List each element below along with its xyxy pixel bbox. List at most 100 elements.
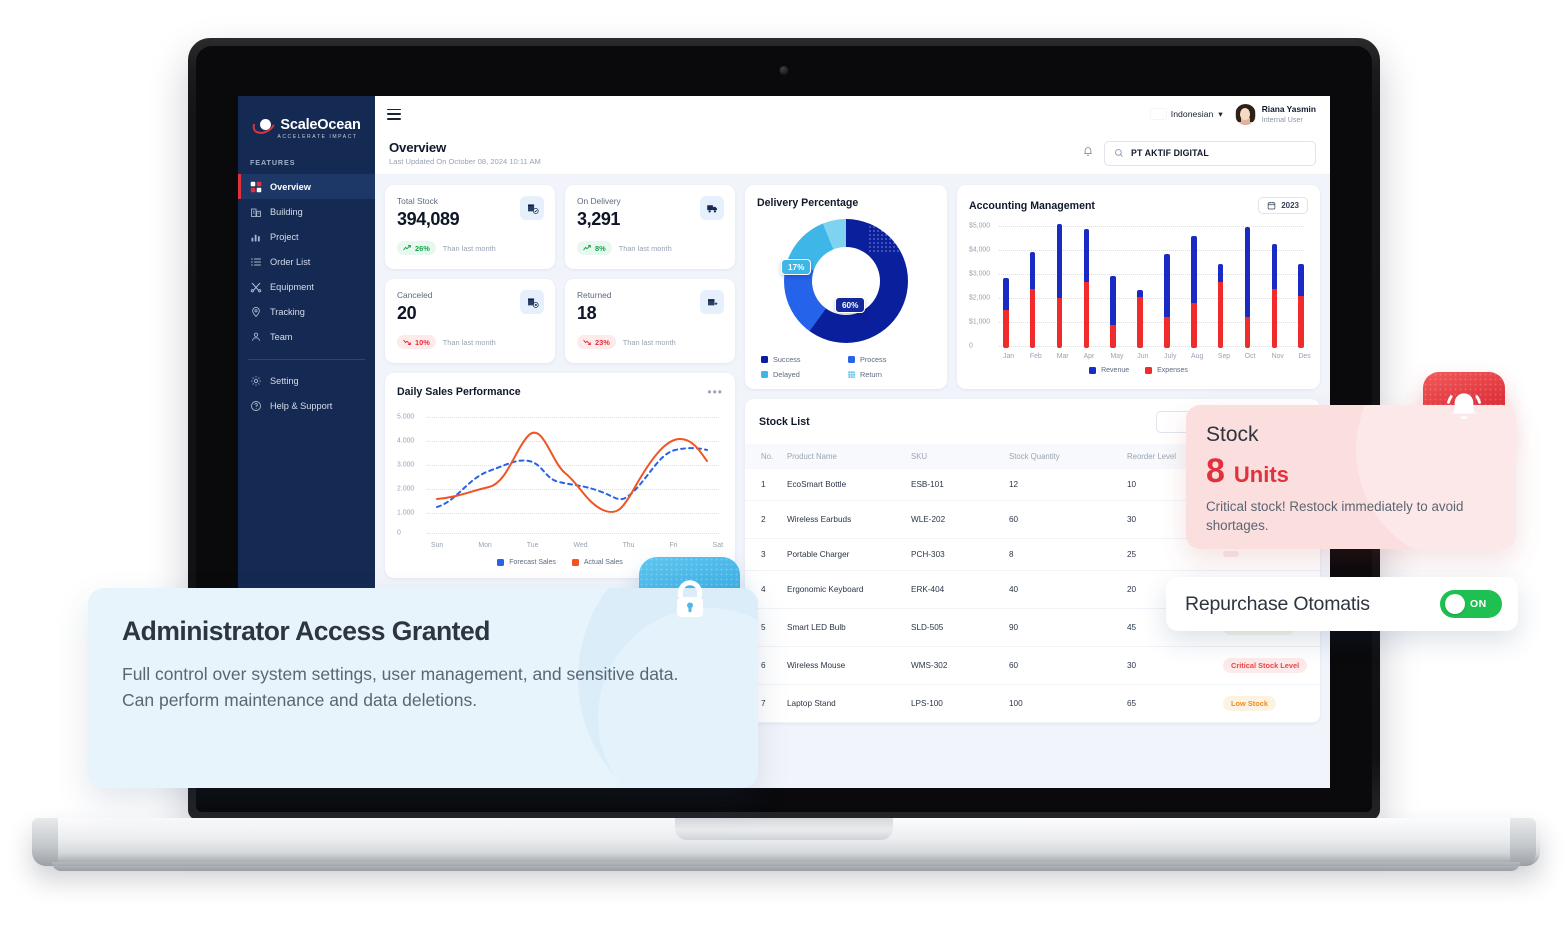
stock-cancel-icon	[520, 290, 544, 314]
cell-sku: SLD-505	[911, 608, 1009, 647]
search-input[interactable]: PT AKTIF DIGITAL	[1104, 140, 1316, 166]
cell-qty: 60	[1009, 500, 1127, 539]
bar-group	[1244, 224, 1251, 348]
user-profile[interactable]: Riana Yasmin Internal User	[1234, 103, 1316, 125]
cell-sku: ESB-101	[911, 469, 1009, 501]
legend-item: Forecast Sales	[497, 559, 556, 566]
topbar-right: Indonesian ▾ Riana Yasmin Internal User	[1151, 103, 1316, 125]
daily-sales-x-labels: Sun Mon Tue Wed Thu Fri Sat	[431, 542, 723, 549]
y-tick: 4.000	[397, 437, 415, 445]
legend-label: Process	[860, 355, 887, 364]
cell-product: Wireless Mouse	[787, 646, 911, 685]
map-pin-icon	[250, 306, 262, 318]
cell-reorder: 30	[1127, 646, 1223, 685]
x-tick: Fri	[669, 542, 678, 549]
sidebar-item-setting[interactable]: Setting	[238, 368, 375, 393]
sidebar-item-label: Project	[270, 231, 299, 242]
sidebar-item-project[interactable]: Project	[238, 224, 375, 249]
more-options-icon[interactable]: •••	[707, 385, 723, 399]
brand-logo[interactable]: ScaleOcean ACCELERATE IMPACT	[238, 96, 375, 140]
laptop-base-right-edge	[1510, 818, 1536, 866]
stock-alert-value-row: 8 Units	[1206, 454, 1496, 488]
stock-list-title: Stock List	[759, 416, 810, 428]
repurchase-toggle[interactable]: ON	[1440, 590, 1502, 618]
admin-overlay-description: Full control over system settings, user …	[122, 664, 679, 711]
y-tick: $1,000	[969, 318, 991, 326]
legend-item-expenses: Expenses	[1145, 367, 1188, 374]
legend-item-success: Success	[761, 355, 844, 364]
bar-group	[1110, 224, 1116, 348]
cell-sku: WMS-302	[911, 646, 1009, 685]
accounting-x-labels: Jan Feb Mar Apr May Jun July Aug Sep Oct…	[1003, 353, 1311, 360]
hamburger-icon[interactable]	[387, 108, 401, 120]
bar-chart-icon	[250, 231, 262, 243]
webcam-icon	[779, 66, 789, 75]
trend-note: Than last month	[622, 337, 676, 347]
tools-icon	[250, 281, 262, 293]
language-selector[interactable]: Indonesian ▾	[1151, 109, 1223, 120]
toggle-knob	[1445, 594, 1465, 614]
return-segment-pattern	[868, 221, 900, 253]
sidebar-item-label: Building	[270, 206, 303, 217]
y-tick: 3.000	[397, 461, 415, 469]
donut-label-delayed: 17%	[781, 259, 812, 275]
stock-alert-number: 8	[1206, 452, 1225, 490]
stat-trend: 8% Than last month	[577, 241, 723, 255]
stat-card-canceled[interactable]: Canceled 20 10% Than last month	[385, 279, 555, 363]
y-tick: 2.000	[397, 485, 415, 493]
daily-sales-plot: 5.000 4.000 3.000 2.000 1.000 0	[397, 409, 723, 537]
cell-qty: 8	[1009, 538, 1127, 571]
sidebar-item-tracking[interactable]: Tracking	[238, 299, 375, 324]
trend-value: 10%	[415, 337, 430, 347]
sidebar-item-overview[interactable]: Overview	[238, 174, 375, 199]
table-row[interactable]: 7 Laptop Stand LPS-100 100 65 Low Stock	[745, 684, 1320, 723]
stat-card-returned[interactable]: Returned 18 23% Than last month	[565, 279, 735, 363]
sidebar-item-label: Equipment	[270, 281, 314, 292]
trend-badge: 26%	[397, 241, 436, 255]
y-tick: 5.000	[397, 413, 415, 421]
stat-card-on-delivery[interactable]: On Delivery 3,291 8% Than last month	[565, 185, 735, 269]
legend-item-return: Return	[848, 370, 931, 379]
sidebar-item-label: Overview	[270, 181, 311, 192]
list-icon	[250, 256, 262, 268]
x-tick: Des	[1298, 353, 1311, 360]
x-tick: Feb	[1029, 353, 1042, 360]
notification-bell-icon[interactable]	[1082, 144, 1094, 162]
trend-up-icon	[403, 245, 411, 251]
x-tick: Wed	[573, 542, 588, 549]
stat-card-total-stock[interactable]: Total Stock 394,089 26% Than last month	[385, 185, 555, 269]
stock-alert-title: Stock	[1206, 423, 1259, 446]
sidebar-item-team[interactable]: Team	[238, 324, 375, 349]
sidebar-item-help-support[interactable]: Help & Support	[238, 393, 375, 418]
indonesia-flag-icon	[1151, 109, 1166, 119]
stat-trend: 10% Than last month	[397, 335, 543, 349]
user-name: Riana Yasmin	[1261, 104, 1316, 115]
y-tick: 0	[969, 342, 973, 350]
cell-qty: 100	[1009, 684, 1127, 723]
stock-alert-description: Critical stock! Restock immediately to a…	[1206, 499, 1464, 534]
bar-group	[1029, 224, 1036, 348]
column-header-product-name: Product Name	[787, 444, 911, 469]
cell-qty: 12	[1009, 469, 1127, 501]
status-badge: Critical Stock Level	[1223, 658, 1308, 673]
language-label: Indonesian	[1170, 109, 1214, 119]
grid-icon	[250, 181, 262, 193]
sidebar-item-building[interactable]: Building	[238, 199, 375, 224]
cell-product: Smart LED Bulb	[787, 608, 911, 647]
x-tick: Sep	[1217, 353, 1231, 360]
sidebar-item-equipment[interactable]: Equipment	[238, 274, 375, 299]
year-filter-button[interactable]: 2023	[1258, 197, 1308, 214]
user-role: Internal User	[1261, 114, 1303, 124]
legend-label: Delayed	[773, 370, 800, 379]
delivery-percentage-card: Delivery Percentage 17% 60% Success Proc…	[745, 185, 947, 389]
x-tick: Mar	[1056, 353, 1069, 360]
legend-label: Success	[773, 355, 801, 364]
x-tick: Aug	[1191, 353, 1204, 360]
status-badge	[1223, 551, 1239, 557]
sidebar-item-order-list[interactable]: Order List	[238, 249, 375, 274]
stat-trend: 26% Than last month	[397, 241, 543, 255]
table-row[interactable]: 6 Wireless Mouse WMS-302 60 30 Critical …	[745, 646, 1320, 685]
x-tick: Sat	[712, 542, 723, 549]
donut-legend: Success Process Delayed Return	[757, 355, 935, 379]
trend-value: 8%	[595, 243, 606, 253]
